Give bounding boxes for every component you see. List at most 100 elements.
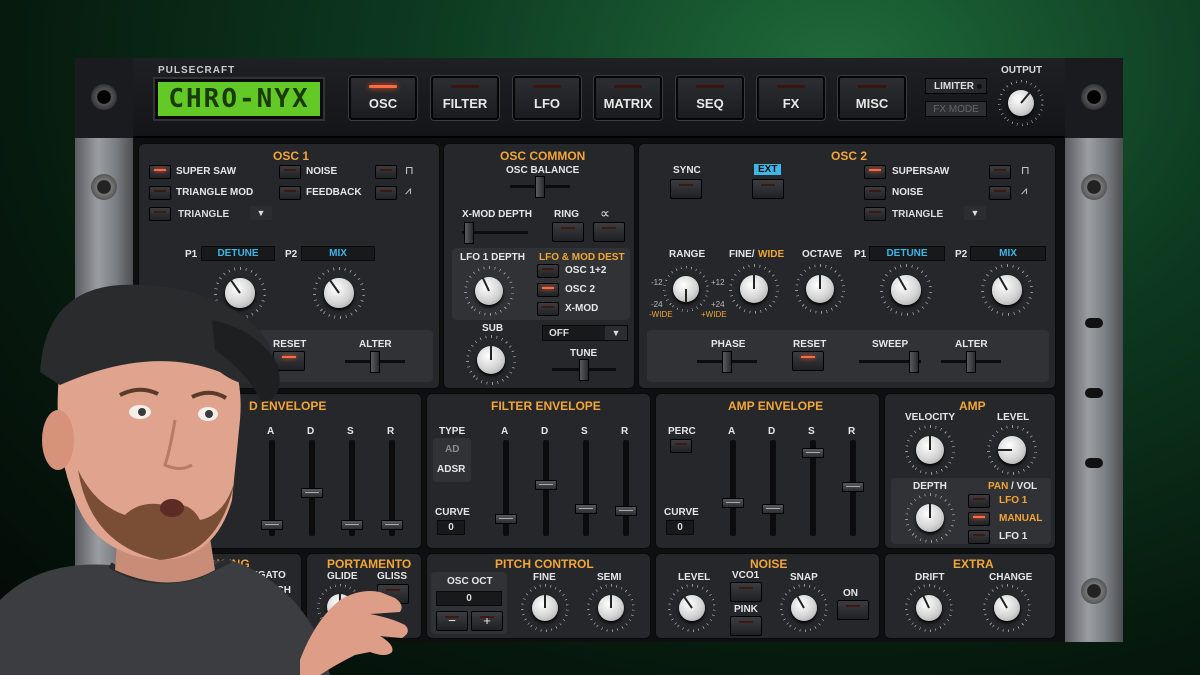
noise-level-knob[interactable]: [668, 584, 716, 632]
osc2-square-toggle[interactable]: [989, 165, 1011, 179]
manual-toggle[interactable]: [968, 512, 990, 526]
filter-env-ad-option[interactable]: AD: [445, 444, 459, 455]
xmod-mode-button[interactable]: [593, 222, 625, 242]
dest-xmod-toggle[interactable]: [537, 302, 559, 316]
osc2-triangle-toggle[interactable]: [864, 207, 886, 221]
osc2-p2-mix-field[interactable]: MIX: [970, 246, 1046, 261]
amp-env-attack-fader[interactable]: [722, 440, 744, 536]
osc2-alter-slider[interactable]: [941, 351, 1001, 373]
osc2-p1-knob[interactable]: [880, 264, 932, 316]
rack-slot: [1085, 318, 1103, 328]
oct-minus-button[interactable]: −: [436, 611, 468, 631]
dest-osc12-toggle[interactable]: [537, 264, 559, 278]
ext-button[interactable]: [752, 179, 784, 199]
osc1-alter-slider[interactable]: [345, 351, 405, 373]
dest-osc2-toggle[interactable]: [537, 283, 559, 297]
patch-display[interactable]: CHRO-NYX: [155, 79, 323, 119]
velocity-knob[interactable]: [905, 425, 955, 475]
filter-env-release-fader[interactable]: [615, 440, 637, 536]
tab-seq[interactable]: SEQ: [676, 76, 744, 120]
limiter-button[interactable]: LIMITER: [925, 78, 987, 94]
gliss-button[interactable]: [377, 584, 409, 604]
vol-lfo1-toggle[interactable]: [968, 530, 990, 544]
lfo1-depth-knob[interactable]: [464, 266, 514, 316]
drift-knob[interactable]: [905, 584, 953, 632]
noise-toggle[interactable]: [279, 165, 301, 179]
fx-mode-button[interactable]: FX MODE: [925, 101, 987, 117]
mod-env-decay-fader[interactable]: [301, 440, 323, 536]
osc2-p1-detune-field[interactable]: DETUNE: [869, 246, 945, 261]
pink-button[interactable]: [730, 616, 762, 636]
octave-knob[interactable]: [795, 264, 845, 314]
vco1-button[interactable]: [730, 582, 762, 602]
phase-slider[interactable]: [697, 351, 757, 373]
amp-env-sustain-fader[interactable]: [802, 440, 824, 536]
tab-fx[interactable]: FX: [757, 76, 825, 120]
ring-button[interactable]: [552, 222, 584, 242]
tune-slider[interactable]: [552, 359, 616, 381]
square-wave-toggle[interactable]: [375, 165, 397, 179]
filter-env-curve-field[interactable]: 0: [437, 520, 465, 535]
sweep-slider[interactable]: [859, 351, 921, 373]
super-saw-toggle[interactable]: [149, 165, 171, 179]
tab-osc[interactable]: OSC: [349, 76, 417, 120]
osc2-p2-knob[interactable]: [981, 264, 1033, 316]
glide-knob[interactable]: [317, 584, 363, 630]
supersaw-toggle[interactable]: [864, 165, 886, 179]
range-knob[interactable]: [663, 266, 709, 312]
level-knob[interactable]: [987, 425, 1037, 475]
pitch-toggle[interactable]: [235, 582, 257, 596]
osc2-panel: OSC 2 SYNC EXT SUPERSAW NOISE TRIANGLE ▼ …: [638, 143, 1056, 389]
filter-env-decay-fader[interactable]: [535, 440, 557, 536]
p1-detune-field[interactable]: DETUNE: [201, 246, 275, 261]
filter-env-attack-fader[interactable]: [495, 440, 517, 536]
fine-wide-knob[interactable]: [729, 264, 779, 314]
oct-plus-button[interactable]: +: [471, 611, 503, 631]
filter-env-sustain-fader[interactable]: [575, 440, 597, 536]
change-knob[interactable]: [983, 584, 1031, 632]
saw-wave-toggle[interactable]: [375, 186, 397, 200]
semi-knob[interactable]: [587, 584, 635, 632]
p2-label: P2: [285, 249, 298, 260]
triangle-mod-toggle[interactable]: [149, 186, 171, 200]
mpe-label: MPE: [195, 585, 217, 596]
osc2-noise-toggle[interactable]: [864, 186, 886, 200]
perc-toggle[interactable]: [670, 439, 692, 453]
pan-lfo1-toggle[interactable]: [968, 494, 990, 508]
amp-env-curve-field[interactable]: 0: [666, 520, 694, 535]
depth-knob[interactable]: [905, 493, 955, 543]
mod-env-sustain-fader[interactable]: [341, 440, 363, 536]
vol-lfo1-label: LFO 1: [999, 531, 1028, 542]
filter-env-adsr-option[interactable]: ADSR: [437, 464, 465, 475]
osc2-wave-select[interactable]: TRIANGLE ▼: [886, 206, 986, 222]
osc-balance-slider[interactable]: [510, 176, 570, 198]
tab-misc[interactable]: MISC: [838, 76, 906, 120]
mod-env-release-fader[interactable]: [381, 440, 403, 536]
sync-button[interactable]: [670, 179, 702, 199]
sub-select[interactable]: OFF ▼: [542, 325, 628, 341]
tab-matrix[interactable]: MATRIX: [594, 76, 662, 120]
triangle-toggle[interactable]: [149, 207, 171, 221]
amp-env-release-fader[interactable]: [842, 440, 864, 536]
p2-mix-field[interactable]: MIX: [301, 246, 375, 261]
p1-knob[interactable]: [214, 267, 266, 319]
output-knob[interactable]: [998, 80, 1044, 126]
noise-on-button[interactable]: [837, 600, 869, 620]
mod-env-attack-fader[interactable]: [261, 440, 283, 536]
tab-filter[interactable]: FILTER: [431, 76, 499, 120]
p2-knob[interactable]: [313, 267, 365, 319]
osc1-alter-label: ALTER: [359, 339, 392, 350]
feedback-toggle[interactable]: [279, 186, 301, 200]
ext-badge: EXT: [754, 164, 782, 175]
xmod-depth-slider[interactable]: [462, 222, 528, 244]
fine-tune-knob[interactable]: [521, 584, 569, 632]
tab-lfo[interactable]: LFO: [513, 76, 581, 120]
osc-oct-value[interactable]: 0: [436, 591, 502, 606]
amp-env-decay-fader[interactable]: [762, 440, 784, 536]
osc1-wave-select[interactable]: TRIANGLE ▼: [172, 206, 272, 222]
snap-knob[interactable]: [780, 584, 828, 632]
sub-knob[interactable]: [466, 335, 516, 385]
osc1-reset-button[interactable]: [273, 351, 305, 371]
osc2-saw-toggle[interactable]: [989, 186, 1011, 200]
osc2-reset-button[interactable]: [792, 351, 824, 371]
